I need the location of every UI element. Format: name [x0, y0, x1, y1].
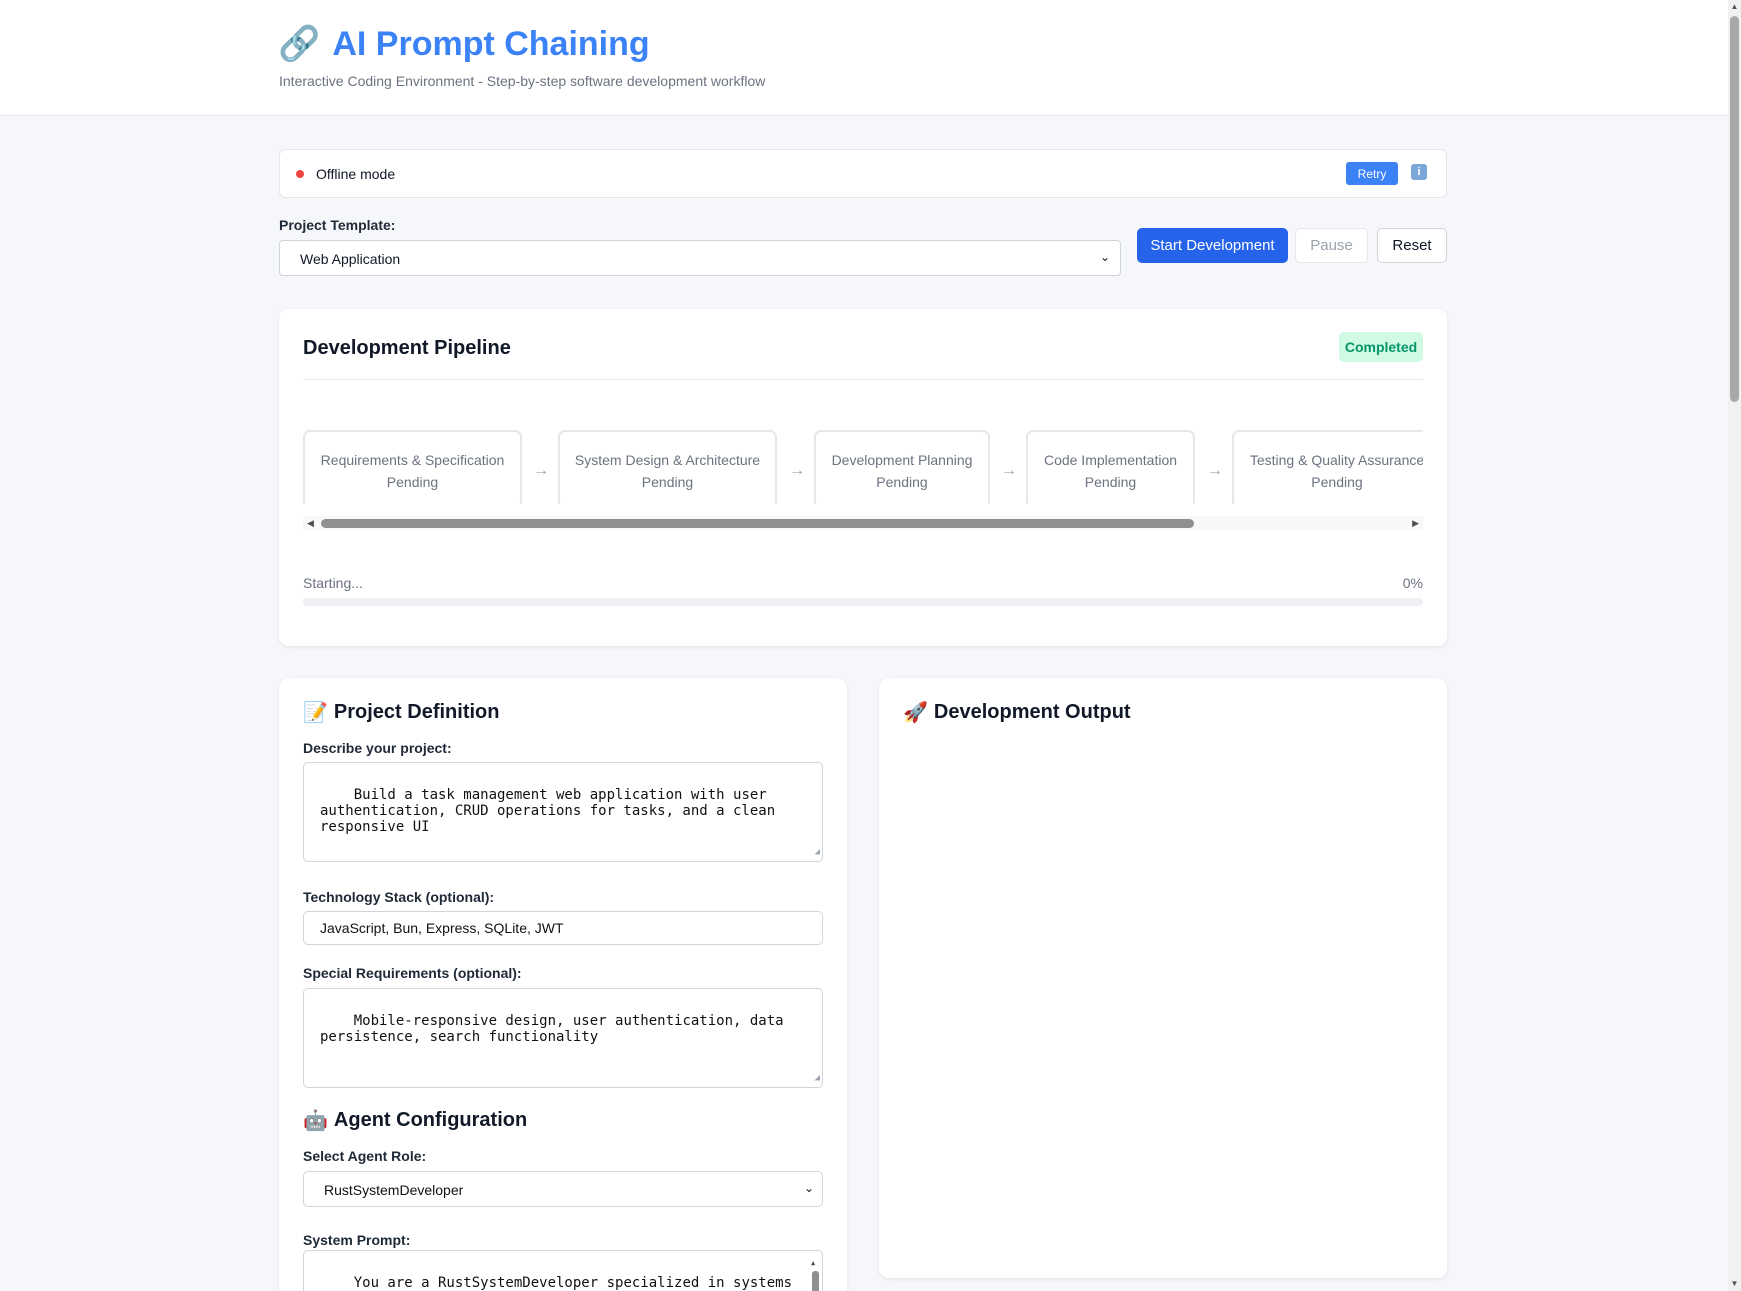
special-requirements-value: Mobile-responsive design, user authentic… [320, 1013, 793, 1045]
project-description-textarea[interactable]: Build a task management web application … [303, 762, 823, 862]
pipeline-steps[interactable]: Requirements & Specification Pending → S… [303, 419, 1423, 504]
step-name: Code Implementation [1043, 452, 1178, 468]
project-template-select[interactable]: Web Application ⌄ [279, 240, 1121, 276]
connection-status-text: Offline mode [316, 166, 396, 182]
app-subtitle: Interactive Coding Environment - Step-by… [279, 73, 766, 89]
connection-status-bar: Offline mode Retry i [279, 149, 1447, 198]
chevron-down-icon: ⌄ [1099, 250, 1110, 264]
step-status: Pending [1084, 474, 1137, 490]
pipeline-horizontal-scrollbar[interactable]: ◀ ▶ [303, 516, 1423, 530]
scroll-down-icon[interactable]: ▼ [1728, 1277, 1741, 1291]
scroll-right-icon[interactable]: ▶ [1412, 516, 1419, 530]
progress-label: Starting... [303, 575, 363, 591]
describe-project-label: Describe your project: [303, 740, 452, 756]
step-status: Pending [1311, 474, 1363, 490]
development-output-title: 🚀 Development Output [903, 700, 1131, 725]
special-requirements-textarea[interactable]: Mobile-responsive design, user authentic… [303, 988, 823, 1088]
link-icon: 🔗 [278, 25, 321, 63]
project-template-label: Project Template: [279, 217, 396, 233]
pipeline-step-planning[interactable]: Development Planning Pending [814, 430, 990, 504]
project-definition-title: 📝 Project Definition [303, 700, 499, 725]
progress-percent: 0% [1402, 575, 1423, 591]
arrow-right-icon: → [533, 462, 549, 479]
step-name: System Design & Architecture [574, 452, 761, 468]
pipeline-step-requirements[interactable]: Requirements & Specification Pending [303, 430, 522, 504]
scroll-left-icon[interactable]: ◀ [307, 516, 314, 530]
resize-handle-icon[interactable]: ◢ [815, 1070, 820, 1086]
pipeline-scroll-thumb[interactable] [321, 519, 1194, 528]
start-development-button[interactable]: Start Development [1137, 228, 1288, 263]
page-scrollbar[interactable]: ▲ ▼ [1728, 0, 1741, 1291]
pipeline-step-testing[interactable]: Testing & Quality Assurance Pending [1232, 430, 1423, 504]
pipeline-step-design[interactable]: System Design & Architecture Pending [558, 430, 777, 504]
development-output-title-text: Development Output [933, 701, 1131, 723]
project-template-value: Web Application [300, 251, 401, 267]
agent-role-value: RustSystemDeveloper [324, 1182, 464, 1198]
agent-configuration-title-text: Agent Configuration [333, 1109, 528, 1131]
pause-button[interactable]: Pause [1295, 228, 1368, 263]
scroll-up-icon[interactable]: ▲ [1728, 0, 1741, 14]
status-dot-icon [296, 170, 304, 178]
development-output-panel: 🚀 Development Output [879, 678, 1447, 1278]
arrow-right-icon: → [1207, 462, 1223, 479]
resize-handle-icon[interactable]: ◢ [815, 844, 820, 860]
rocket-icon: 🚀 [903, 702, 928, 724]
system-prompt-scroll-thumb[interactable] [812, 1271, 819, 1291]
agent-role-select[interactable]: RustSystemDeveloper ⌄ [303, 1171, 823, 1207]
app-title-text: AI Prompt Chaining [332, 24, 650, 63]
system-prompt-textarea[interactable]: You are a RustSystemDeveloper specialize… [303, 1250, 823, 1291]
project-definition-title-text: Project Definition [333, 701, 500, 723]
step-status: Pending [641, 474, 694, 490]
reset-button[interactable]: Reset [1377, 228, 1447, 263]
agent-configuration-title: 🤖 Agent Configuration [303, 1108, 527, 1133]
scroll-up-icon[interactable]: ▲ [811, 1255, 815, 1271]
pipeline-title: Development Pipeline [303, 337, 511, 359]
pipeline-divider [303, 379, 1423, 380]
tech-stack-input[interactable]: JavaScript, Bun, Express, SQLite, JWT [303, 911, 823, 945]
agent-role-label: Select Agent Role: [303, 1148, 427, 1164]
development-pipeline-card: Development Pipeline Completed Requireme… [279, 309, 1447, 646]
pipeline-step-implementation[interactable]: Code Implementation Pending [1026, 430, 1195, 504]
arrow-right-icon: → [789, 462, 805, 479]
project-definition-panel: 📝 Project Definition Describe your proje… [279, 678, 847, 1291]
system-prompt-scrollbar[interactable]: ▲ [811, 1255, 819, 1291]
app-title: 🔗 AI Prompt Chaining [278, 24, 650, 64]
step-status: Pending [876, 474, 928, 490]
step-status: Pending [386, 474, 439, 490]
step-name: Development Planning [831, 452, 973, 468]
memo-icon: 📝 [303, 702, 328, 724]
system-prompt-label: System Prompt: [303, 1232, 411, 1248]
step-name: Testing & Quality Assurance [1249, 452, 1423, 468]
arrow-right-icon: → [1001, 462, 1017, 479]
progress-bar [303, 598, 1423, 606]
step-name: Requirements & Specification [320, 452, 505, 468]
page-scroll-thumb[interactable] [1730, 16, 1739, 402]
robot-icon: 🤖 [303, 1110, 328, 1132]
project-description-value: Build a task management web application … [320, 787, 784, 835]
pipeline-status-badge: Completed [1339, 332, 1423, 362]
chevron-down-icon: ⌄ [803, 1181, 814, 1195]
app-header: 🔗 AI Prompt Chaining Interactive Coding … [0, 0, 1728, 116]
info-icon[interactable]: i [1411, 164, 1427, 180]
special-requirements-label: Special Requirements (optional): [303, 965, 522, 981]
tech-stack-label: Technology Stack (optional): [303, 889, 495, 905]
system-prompt-value: You are a RustSystemDeveloper specialize… [353, 1275, 793, 1291]
retry-button[interactable]: Retry [1346, 162, 1398, 185]
